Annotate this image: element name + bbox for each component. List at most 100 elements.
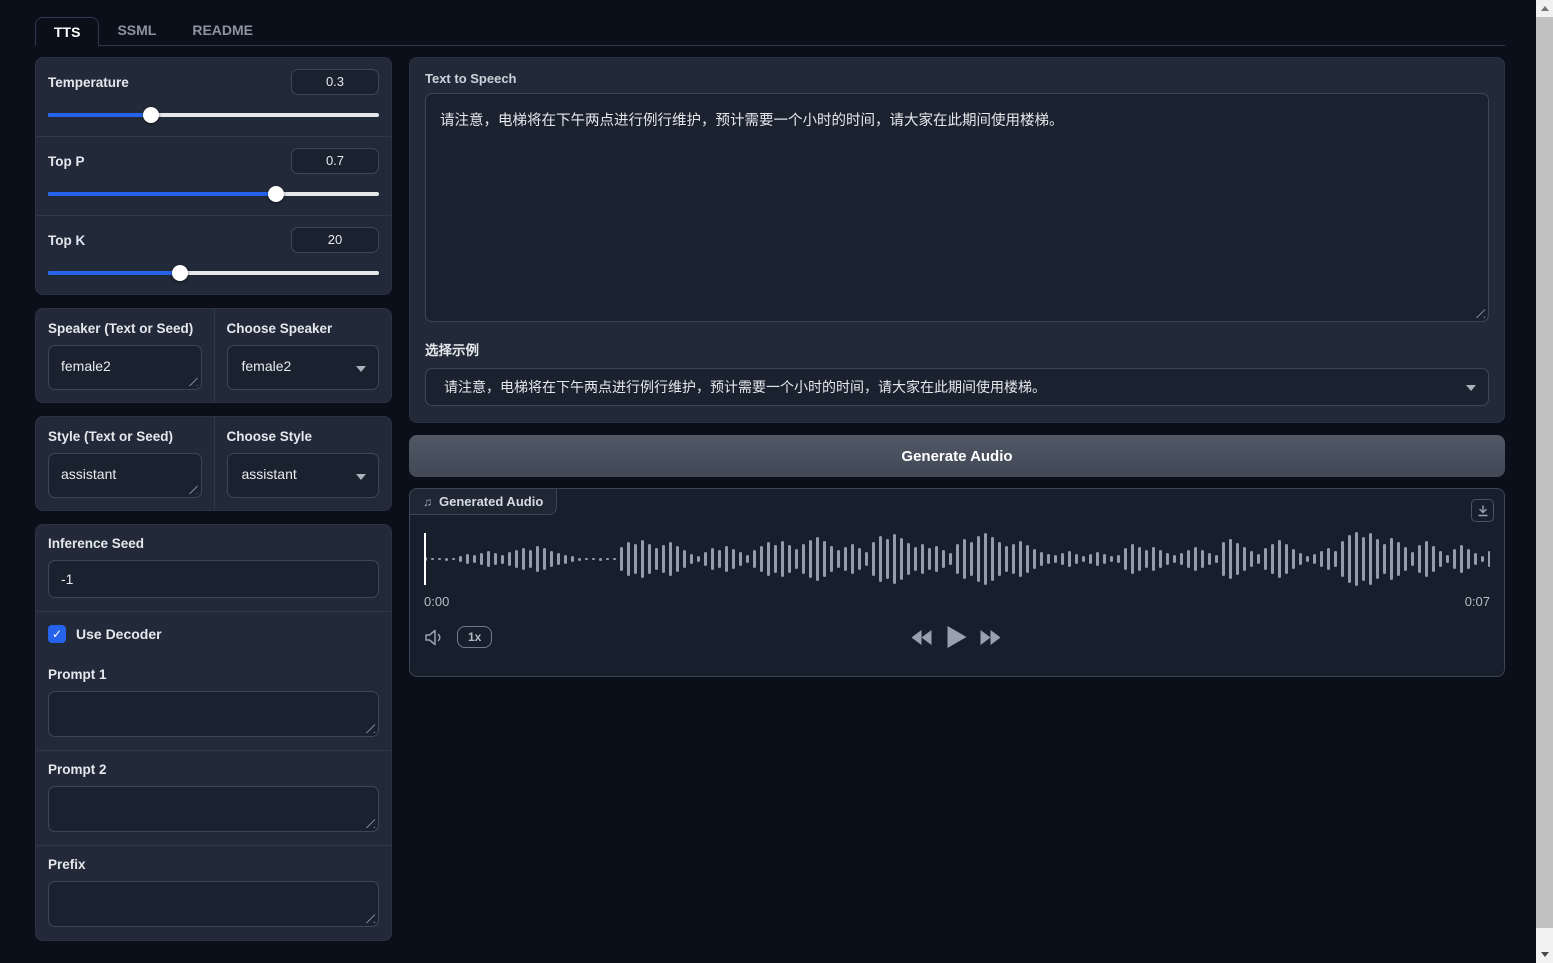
scroll-down-button[interactable]: [1536, 946, 1553, 963]
example-select-label: 选择示例: [425, 339, 1489, 359]
waveform-bar: [1418, 545, 1421, 573]
tab-ssml[interactable]: SSML: [99, 16, 174, 45]
scroll-up-button[interactable]: [1536, 0, 1553, 17]
waveform-bar: [613, 558, 616, 560]
waveform-bar: [627, 542, 630, 576]
waveform-bar: [760, 546, 763, 572]
scrollbar-thumb[interactable]: [1536, 17, 1553, 928]
waveform-bar: [1033, 549, 1036, 569]
waveform-bar: [459, 556, 462, 562]
slider-handle[interactable]: [143, 107, 159, 123]
waveform-bar: [942, 550, 945, 568]
choose-speaker-dropdown[interactable]: female2: [227, 345, 380, 390]
inference-seed-input[interactable]: -1: [48, 560, 379, 598]
prompt2-label: Prompt 2: [48, 762, 379, 777]
waveform-bar: [655, 548, 658, 570]
waveform-bar: [1278, 540, 1281, 578]
prefix-row: Prefix: [36, 845, 391, 940]
resize-grip-icon[interactable]: [365, 818, 375, 828]
volume-button[interactable]: [424, 629, 445, 646]
waveform-bar: [1117, 555, 1120, 563]
waveform-bar: [1250, 551, 1253, 567]
playhead-cursor[interactable]: [424, 533, 426, 585]
waveform-bar: [809, 540, 812, 578]
waveform[interactable]: [424, 532, 1490, 586]
fast-forward-button[interactable]: [981, 630, 1003, 645]
waveform-bar: [956, 544, 959, 574]
use-decoder-checkbox[interactable]: ✓: [48, 625, 66, 643]
waveform-bar: [1285, 544, 1288, 574]
choose-style-dropdown[interactable]: assistant: [227, 453, 380, 498]
waveform-bar: [550, 551, 553, 567]
chevron-down-icon: [1466, 385, 1476, 391]
resize-grip-icon[interactable]: [1475, 308, 1485, 318]
waveform-bar: [1131, 544, 1134, 574]
waveform-bar: [487, 551, 490, 567]
top-p-row: Top P 0.7: [36, 136, 391, 215]
top-k-value-input[interactable]: 20: [291, 227, 379, 253]
slider-fill: [48, 192, 276, 196]
waveform-bar: [1411, 552, 1414, 566]
waveform-bar: [802, 544, 805, 574]
style-input[interactable]: assistant: [48, 453, 202, 498]
waveform-bar: [599, 558, 602, 561]
player-controls: 1x: [424, 622, 1490, 652]
play-icon: [948, 626, 967, 648]
example-dropdown[interactable]: 请注意，电梯将在下午两点进行例行维护，预计需要一个小时的时间，请大家在此期间使用…: [425, 368, 1489, 406]
waveform-bar: [1110, 556, 1113, 562]
slider-handle[interactable]: [172, 265, 188, 281]
waveform-bar: [1159, 550, 1162, 568]
playback-speed-button[interactable]: 1x: [457, 626, 492, 648]
waveform-bar: [543, 548, 546, 570]
prompt1-input[interactable]: [48, 691, 379, 737]
top-k-label: Top K: [48, 233, 85, 248]
play-button[interactable]: [948, 626, 967, 648]
waveform-bar: [697, 556, 700, 562]
top-p-slider[interactable]: [48, 186, 379, 202]
inference-seed-label: Inference Seed: [48, 536, 379, 551]
waveform-bar: [858, 548, 861, 570]
resize-grip-icon[interactable]: [365, 723, 375, 733]
temperature-slider[interactable]: [48, 107, 379, 123]
prompt2-input[interactable]: [48, 786, 379, 832]
top-k-slider[interactable]: [48, 265, 379, 281]
text-to-speech-group: Text to Speech 请注意，电梯将在下午两点进行例行维护，预计需要一个…: [409, 57, 1505, 423]
tab-bar: TTS SSML README: [35, 16, 1505, 46]
speaker-label: Speaker (Text or Seed): [48, 321, 202, 336]
speaker-input[interactable]: female2: [48, 345, 202, 390]
prefix-input[interactable]: [48, 881, 379, 927]
waveform-bar: [823, 541, 826, 577]
tab-readme[interactable]: README: [174, 16, 271, 45]
waveform-bar: [739, 552, 742, 566]
text-to-speech-input[interactable]: 请注意，电梯将在下午两点进行例行维护，预计需要一个小时的时间，请大家在此期间使用…: [425, 93, 1489, 322]
waveform-bar: [1425, 541, 1428, 577]
rewind-button[interactable]: [912, 630, 934, 645]
waveform-bar: [921, 544, 924, 574]
waveform-bar: [1005, 546, 1008, 572]
top-p-value-input[interactable]: 0.7: [291, 148, 379, 174]
waveform-bar: [816, 537, 819, 581]
download-audio-button[interactable]: [1471, 499, 1494, 522]
prompt2-row: Prompt 2: [36, 750, 391, 845]
use-decoder-row[interactable]: ✓ Use Decoder: [36, 611, 391, 656]
temperature-value-input[interactable]: 0.3: [291, 69, 379, 95]
volume-icon: [424, 629, 445, 646]
waveform-bar: [1243, 547, 1246, 571]
tab-tts[interactable]: TTS: [35, 17, 99, 46]
tts-column: Text to Speech 请注意，电梯将在下午两点进行例行维护，预计需要一个…: [409, 57, 1505, 954]
generated-audio-label: Generated Audio: [439, 494, 543, 509]
generated-audio-player: ♫ Generated Audio 0:00 0:07: [409, 488, 1505, 677]
resize-grip-icon[interactable]: [365, 913, 375, 923]
resize-grip-icon[interactable]: [188, 484, 198, 494]
waveform-bar: [480, 553, 483, 565]
generate-audio-button[interactable]: Generate Audio: [409, 435, 1505, 477]
waveform-bar: [963, 539, 966, 579]
slider-handle[interactable]: [268, 186, 284, 202]
sampling-params-group: Temperature 0.3 Top P 0.7: [35, 57, 392, 295]
waveform-bar: [620, 547, 623, 571]
resize-grip-icon[interactable]: [188, 376, 198, 386]
total-time: 0:07: [1465, 594, 1490, 609]
waveform-bar: [1082, 556, 1085, 562]
waveform-bar: [1397, 542, 1400, 576]
vertical-scrollbar[interactable]: [1536, 0, 1553, 963]
